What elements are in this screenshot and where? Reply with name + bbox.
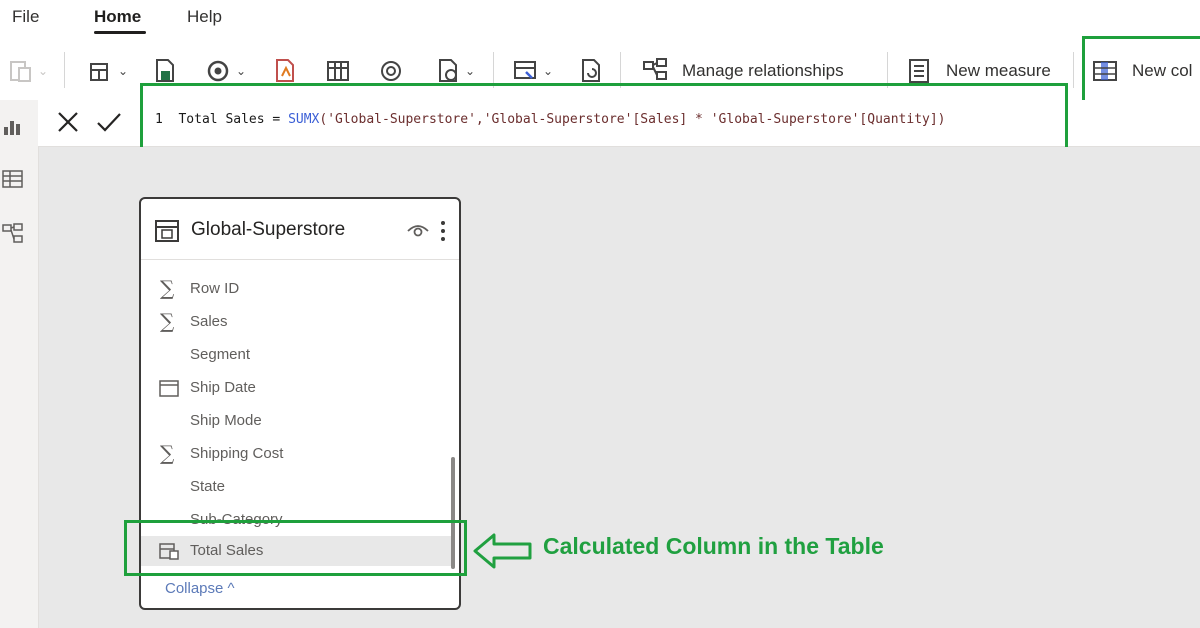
menu-tab-help[interactable]: Help bbox=[187, 7, 222, 27]
onelake-icon[interactable] bbox=[205, 56, 231, 84]
sigma-icon: ∑ bbox=[160, 309, 175, 333]
table-icon bbox=[155, 220, 179, 242]
table-card-header: Global-Superstore bbox=[141, 199, 459, 260]
onelake-dropdown-icon[interactable]: ⌄ bbox=[236, 64, 246, 78]
field-name: Segment bbox=[190, 346, 251, 363]
calendar-icon bbox=[159, 380, 179, 397]
manage-relationships-icon[interactable] bbox=[642, 56, 668, 84]
table-card-title: Global-Superstore bbox=[191, 219, 346, 240]
field-ship-mode[interactable]: Ship Mode bbox=[141, 406, 451, 436]
model-view-icon[interactable] bbox=[2, 222, 24, 244]
sigma-icon: ∑ bbox=[160, 441, 175, 465]
commit-formula-icon[interactable] bbox=[96, 110, 122, 134]
annotation-arrow-icon bbox=[473, 533, 532, 569]
collapse-link[interactable]: Collapse ^ bbox=[165, 580, 235, 597]
get-data-icon[interactable] bbox=[88, 56, 114, 84]
excel-workbook-icon[interactable] bbox=[152, 56, 178, 84]
enter-data-icon[interactable] bbox=[325, 56, 351, 84]
field-ship-date[interactable]: Ship Date bbox=[141, 373, 451, 403]
annotation-label: Calculated Column in the Table bbox=[543, 533, 884, 559]
formula-highlight-box bbox=[140, 83, 1068, 157]
paste-icon[interactable] bbox=[8, 56, 34, 84]
view-switcher-rail bbox=[0, 100, 39, 628]
sql-server-icon[interactable] bbox=[272, 56, 298, 84]
field-name: Row ID bbox=[190, 280, 240, 297]
ribbon-separator bbox=[64, 52, 65, 88]
field-name: Sales bbox=[190, 313, 228, 330]
new-measure-button[interactable]: New measure bbox=[946, 61, 1051, 81]
visibility-eye-icon[interactable] bbox=[406, 221, 430, 239]
menu-bar: File Home Help bbox=[0, 0, 1200, 34]
more-options-icon[interactable] bbox=[439, 219, 447, 243]
transform-data-icon[interactable] bbox=[512, 56, 538, 84]
menu-tab-home[interactable]: Home bbox=[94, 7, 141, 27]
total-sales-highlight-box bbox=[124, 520, 467, 576]
field-name: State bbox=[190, 478, 226, 495]
menu-tab-file[interactable]: File bbox=[12, 7, 39, 27]
sigma-icon: ∑ bbox=[160, 276, 175, 300]
get-data-dropdown-icon[interactable]: ⌄ bbox=[118, 64, 128, 78]
field-row-id[interactable]: ∑ Row ID bbox=[141, 274, 451, 304]
dataverse-icon[interactable] bbox=[378, 56, 404, 84]
field-sales[interactable]: ∑ Sales bbox=[141, 307, 451, 337]
ribbon-separator bbox=[1073, 52, 1074, 88]
cancel-formula-icon[interactable] bbox=[56, 110, 80, 134]
field-name: Shipping Cost bbox=[190, 445, 284, 462]
field-name: Ship Date bbox=[190, 379, 256, 396]
report-view-icon[interactable] bbox=[2, 115, 24, 137]
field-name: Ship Mode bbox=[190, 412, 262, 429]
table-view-icon[interactable] bbox=[2, 168, 24, 190]
recent-sources-icon[interactable] bbox=[435, 56, 461, 84]
new-measure-icon[interactable] bbox=[906, 56, 932, 84]
field-state[interactable]: State bbox=[141, 472, 451, 502]
manage-relationships-button[interactable]: Manage relationships bbox=[682, 61, 844, 81]
transform-data-dropdown-icon[interactable]: ⌄ bbox=[543, 64, 553, 78]
field-segment[interactable]: Segment bbox=[141, 340, 451, 370]
field-shipping-cost[interactable]: ∑ Shipping Cost bbox=[141, 439, 451, 469]
refresh-icon[interactable] bbox=[578, 56, 604, 84]
recent-sources-dropdown-icon[interactable]: ⌄ bbox=[465, 64, 475, 78]
paste-dropdown-icon[interactable]: ⌄ bbox=[38, 64, 48, 78]
